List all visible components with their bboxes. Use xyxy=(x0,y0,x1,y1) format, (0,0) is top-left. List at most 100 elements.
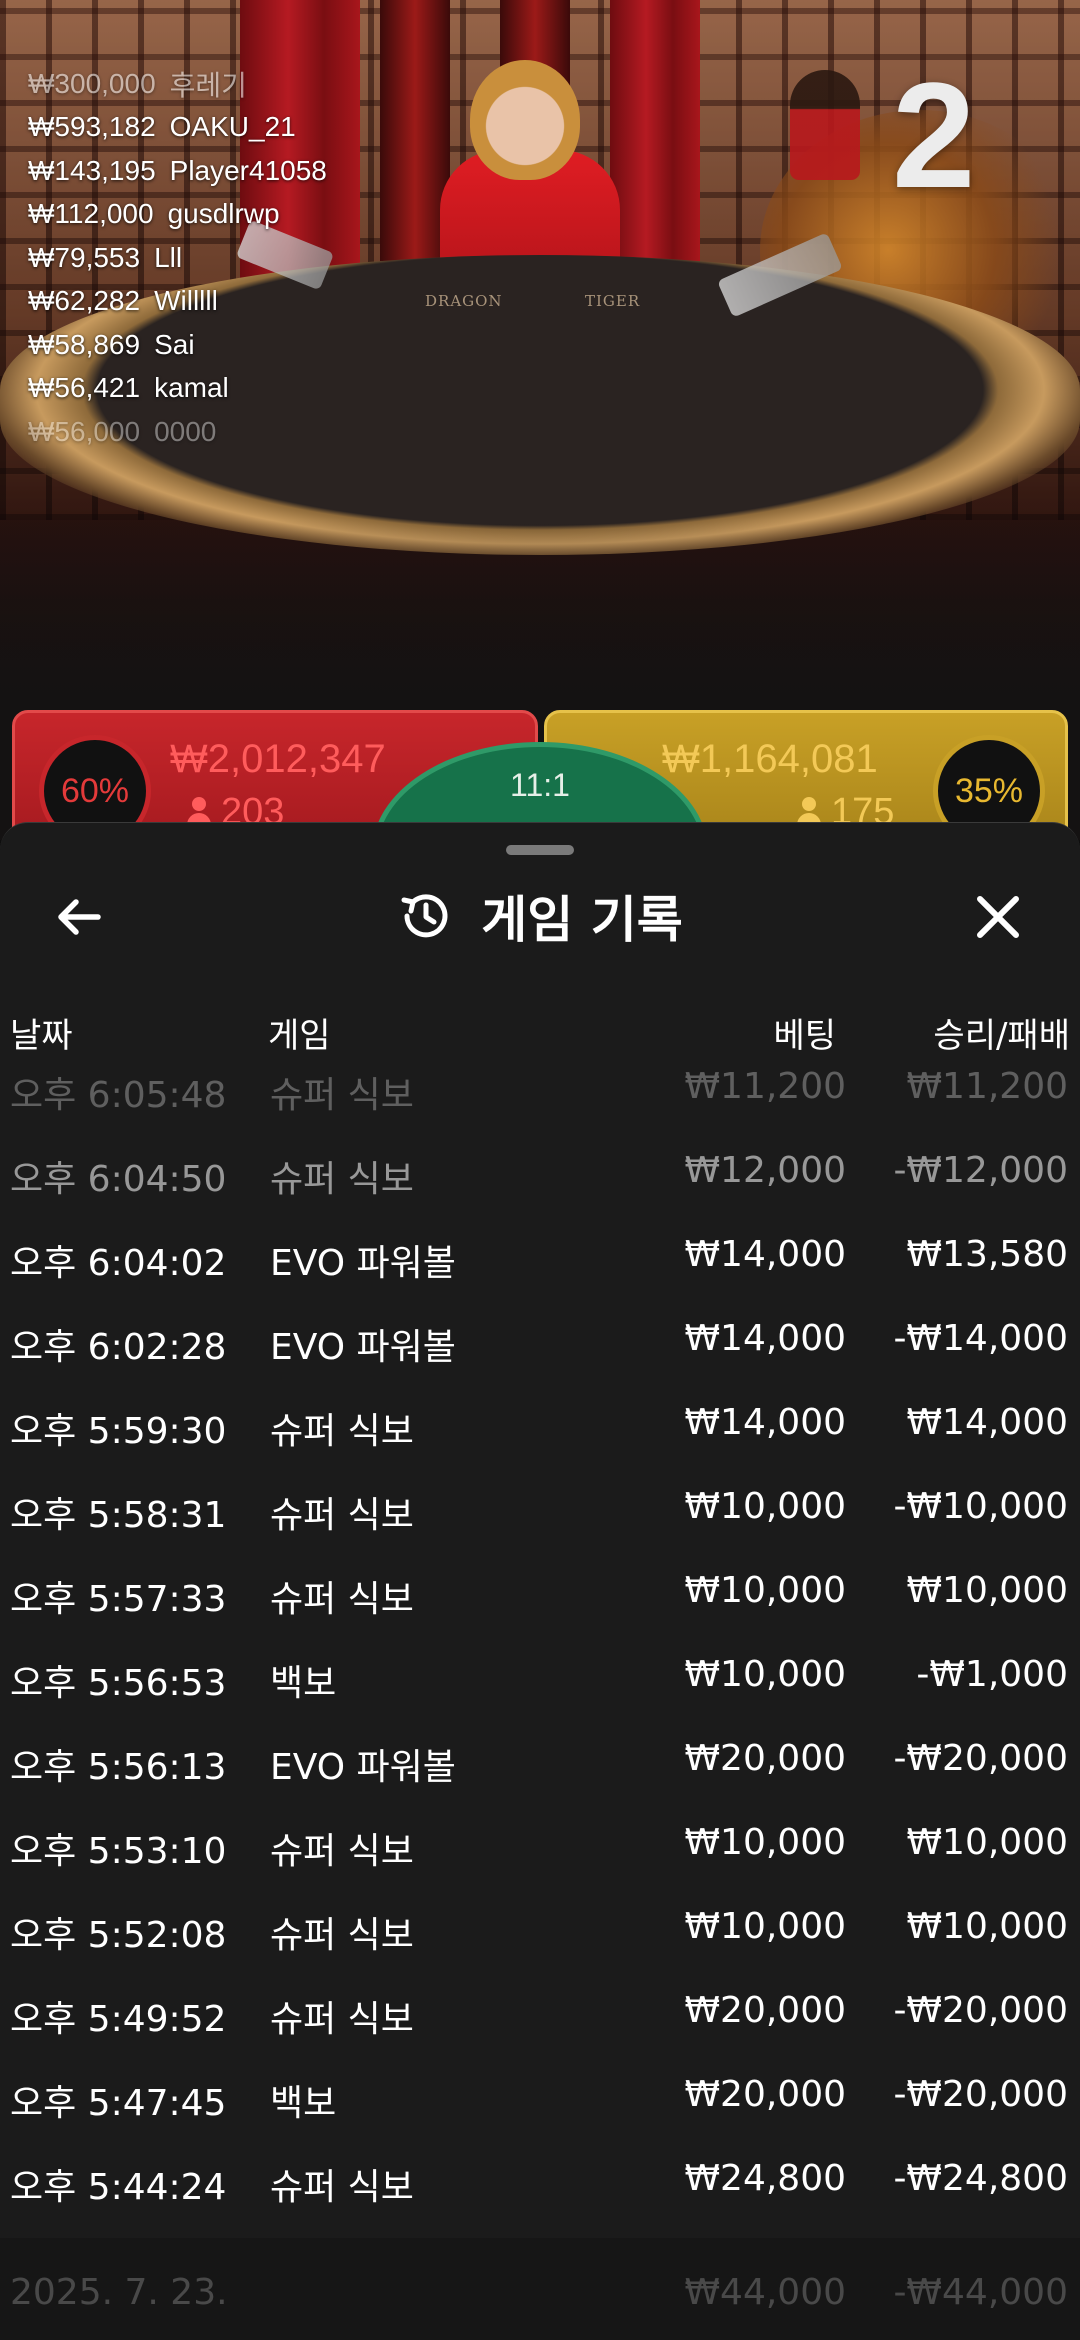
cell-bet: ₩10,000 xyxy=(684,1570,846,1611)
table-row[interactable]: 오후 6:05:48 슈퍼 식보 ₩11,200 ₩11,200 xyxy=(0,1068,1080,1132)
table-label-tiger: TIGER xyxy=(585,292,641,310)
cell-bet: ₩20,000 xyxy=(684,2074,846,2115)
cell-game: 슈퍼 식보 xyxy=(270,1411,414,1452)
cell-bet: ₩10,000 xyxy=(684,1654,846,1695)
table-label-dragon: DRAGON xyxy=(425,292,503,310)
leaderboard-row: ₩56,421 kamal xyxy=(28,367,388,411)
cell-date: 오후 5:44:24 xyxy=(10,2167,227,2208)
player-name: Willlll xyxy=(154,285,218,317)
cell-date: 오후 6:02:28 xyxy=(10,1327,227,1368)
column-header-bet[interactable]: 베팅 xyxy=(773,1008,836,1057)
cell-game: EVO 파워볼 xyxy=(270,1327,456,1368)
dragon-bet-total: ₩2,012,347 xyxy=(170,737,386,781)
cell-result: ₩10,000 xyxy=(906,1906,1068,1947)
cell-result: ₩11,200 xyxy=(906,1068,1068,1107)
leaderboard-row: ₩58,869 Sai xyxy=(28,323,388,367)
cell-bet: ₩20,000 xyxy=(684,1738,846,1779)
cell-game: 슈퍼 식보 xyxy=(270,1915,414,1956)
column-header-result[interactable]: 승리/패배 xyxy=(933,1008,1070,1057)
leaderboard-row: ₩593,182 OAKU_21 xyxy=(28,106,388,150)
table-row[interactable]: 오후 5:56:13 EVO 파워볼 ₩20,000 -₩20,000 xyxy=(0,1720,1080,1804)
player-name: Sai xyxy=(154,328,195,360)
cell-date: 오후 5:47:45 xyxy=(10,2083,227,2124)
cell-date: 오후 6:05:48 xyxy=(10,1075,227,1116)
cell-result: -₩1,000 xyxy=(916,1654,1068,1695)
leaderboard-row: ₩112,000 gusdlrwp xyxy=(28,193,388,237)
cell-game: 슈퍼 식보 xyxy=(270,1495,414,1536)
history-table[interactable]: 오후 6:05:48 슈퍼 식보 ₩11,200 ₩11,200 오후 6:04… xyxy=(0,1068,1080,2268)
win-amount: ₩300,000 xyxy=(28,67,156,99)
table-row[interactable]: 오후 6:02:28 EVO 파워볼 ₩14,000 -₩14,000 xyxy=(0,1300,1080,1384)
sheet-drag-handle[interactable] xyxy=(506,845,574,855)
cell-game: 백보 xyxy=(270,1663,337,1704)
win-amount: ₩593,182 xyxy=(28,111,156,143)
cell-date: 오후 6:04:02 xyxy=(10,1243,227,1284)
player-name: 0000 xyxy=(154,415,217,447)
cell-result: -₩20,000 xyxy=(893,1738,1068,1779)
column-header-date[interactable]: 날짜 xyxy=(10,1008,73,1057)
cell-game: EVO 파워볼 xyxy=(270,1747,456,1788)
win-amount: ₩56,421 xyxy=(28,372,141,404)
leaderboard-row: ₩79,553 Lll xyxy=(28,236,388,280)
cell-bet: ₩24,800 xyxy=(684,2158,846,2199)
cell-date: 오후 5:58:31 xyxy=(10,1495,227,1536)
cell-date-group: 2025. 7. 23. xyxy=(10,2272,228,2313)
table-row[interactable]: 오후 5:56:53 백보 ₩10,000 -₩1,000 xyxy=(0,1636,1080,1720)
winners-leaderboard: ₩300,000 후레기 ₩593,182 OAKU_21 ₩143,195 P… xyxy=(28,62,388,454)
player-name: kamal xyxy=(154,372,229,404)
win-amount: ₩112,000 xyxy=(28,198,154,230)
cell-result: -₩20,000 xyxy=(893,1990,1068,2031)
win-amount: ₩58,869 xyxy=(28,328,141,360)
cell-date: 오후 5:56:53 xyxy=(10,1663,227,1704)
cell-date: 오후 5:49:52 xyxy=(10,1999,227,2040)
cell-result: -₩12,000 xyxy=(893,1150,1068,1191)
cell-bet: ₩14,000 xyxy=(684,1318,846,1359)
table-row[interactable]: 오후 6:04:02 EVO 파워볼 ₩14,000 ₩13,580 xyxy=(0,1216,1080,1300)
player-name: gusdlrwp xyxy=(167,198,280,230)
cell-bet: ₩11,200 xyxy=(684,1068,846,1107)
table-row[interactable]: 오후 5:53:10 슈퍼 식보 ₩10,000 ₩10,000 xyxy=(0,1804,1080,1888)
cell-result: -₩10,000 xyxy=(893,1486,1068,1527)
cell-bet: ₩14,000 xyxy=(684,1234,846,1275)
player-name: Lll xyxy=(154,241,183,273)
tie-payout: 11:1 xyxy=(510,767,570,803)
cell-game: 슈퍼 식보 xyxy=(270,1999,414,2040)
date-group-row[interactable]: 2025. 7. 23. ₩44,000 -₩44,000 xyxy=(0,2254,1080,2338)
close-button[interactable] xyxy=(966,885,1030,949)
leaderboard-row: ₩143,195 Player41058 xyxy=(28,149,388,193)
cell-bet: ₩10,000 xyxy=(684,1486,846,1527)
cell-date: 오후 5:53:10 xyxy=(10,1831,227,1872)
cell-bet: ₩44,000 xyxy=(684,2272,846,2313)
cell-game: EVO 파워볼 xyxy=(270,1243,456,1284)
cell-bet: ₩12,000 xyxy=(684,1150,846,1191)
table-row[interactable]: 오후 5:44:24 슈퍼 식보 ₩24,800 -₩24,800 xyxy=(0,2140,1080,2224)
cell-result: -₩44,000 xyxy=(893,2272,1068,2313)
background-person xyxy=(790,70,860,180)
player-name: OAKU_21 xyxy=(169,111,296,143)
cell-bet: ₩10,000 xyxy=(684,1822,846,1863)
table-row[interactable]: 오후 5:49:52 슈퍼 식보 ₩20,000 -₩20,000 xyxy=(0,1972,1080,2056)
win-amount: ₩56,000 xyxy=(28,415,141,447)
win-amount: ₩62,282 xyxy=(28,285,141,317)
column-header-game[interactable]: 게임 xyxy=(268,1008,331,1057)
cell-result: ₩14,000 xyxy=(906,1402,1068,1443)
cell-result: ₩13,580 xyxy=(906,1234,1068,1275)
cell-bet: ₩20,000 xyxy=(684,1990,846,2031)
table-row[interactable]: 오후 5:47:45 백보 ₩20,000 -₩20,000 xyxy=(0,2056,1080,2140)
page-title: 게임 기록 xyxy=(481,891,683,949)
table-row[interactable]: 오후 6:04:50 슈퍼 식보 ₩12,000 -₩12,000 xyxy=(0,1132,1080,1216)
table-row[interactable]: 오후 5:59:30 슈퍼 식보 ₩14,000 ₩14,000 xyxy=(0,1384,1080,1468)
sheet-title: 게임 기록 xyxy=(0,881,1080,951)
cell-bet: ₩10,000 xyxy=(684,1906,846,1947)
table-row[interactable]: 오후 5:57:33 슈퍼 식보 ₩10,000 ₩10,000 xyxy=(0,1552,1080,1636)
player-name: Player41058 xyxy=(169,154,327,186)
cell-bet: ₩14,000 xyxy=(684,1402,846,1443)
cell-game: 백보 xyxy=(270,2083,337,2124)
table-row[interactable]: 오후 5:52:08 슈퍼 식보 ₩10,000 ₩10,000 xyxy=(0,1888,1080,1972)
cell-result: ₩10,000 xyxy=(906,1570,1068,1611)
leaderboard-row: ₩62,282 Willlll xyxy=(28,280,388,324)
table-row[interactable]: 오후 5:58:31 슈퍼 식보 ₩10,000 -₩10,000 xyxy=(0,1468,1080,1552)
cell-result: ₩10,000 xyxy=(906,1822,1068,1863)
close-icon xyxy=(977,896,1019,938)
round-counter: 2 xyxy=(892,51,976,219)
